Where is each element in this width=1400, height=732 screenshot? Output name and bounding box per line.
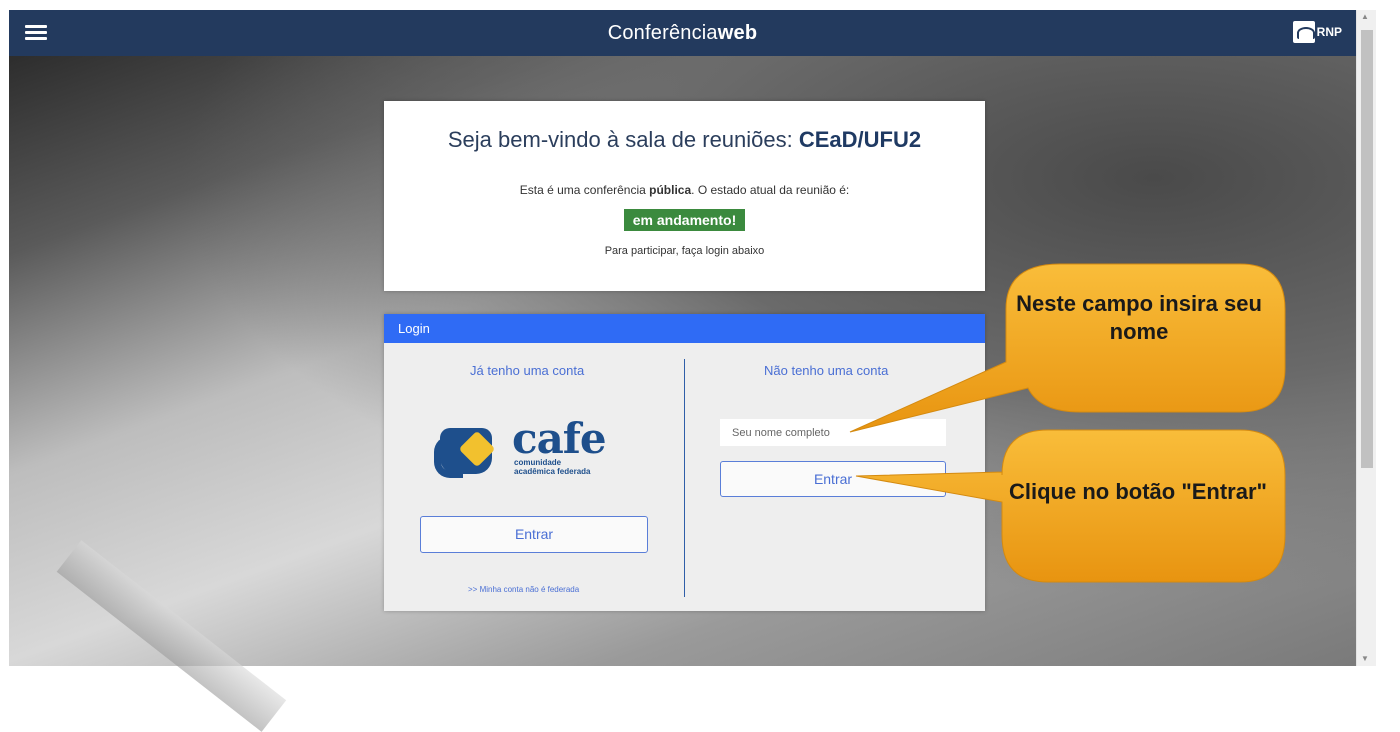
cafe-subtitle-line1: comunidade (514, 458, 562, 467)
top-navigation-bar: Conferênciaweb RNP (9, 10, 1356, 56)
welcome-title: Seja bem-vindo à sala de reuniões: CEaD/… (384, 127, 985, 153)
button-callout-text: Clique no botão "Entrar" (1009, 479, 1267, 504)
name-callout-text: Neste campo insira seu nome (1016, 291, 1262, 344)
rnp-logo[interactable]: RNP (1292, 21, 1342, 43)
status-prefix: Esta é uma conferência (519, 183, 650, 197)
welcome-title-prefix: Seja bem-vindo à sala de reuniões: (447, 127, 799, 152)
guest-login-button[interactable]: Entrar (720, 461, 946, 497)
federated-login-button[interactable]: Entrar (420, 516, 648, 553)
status-public: pública (649, 183, 692, 197)
rnp-label: RNP (1316, 25, 1342, 39)
scroll-up-arrow-icon[interactable]: ▲ (1361, 12, 1369, 21)
column-divider (684, 359, 685, 597)
cafe-subtitle: comunidade acadêmica federada (514, 458, 591, 476)
non-federated-link[interactable]: >> Minha conta não é federada (468, 585, 579, 594)
window-edge (0, 0, 9, 666)
pencil-decoration (56, 540, 287, 732)
conference-status-line: Esta é uma conferência pública. O estado… (384, 183, 985, 197)
cafe-subtitle-line2: acadêmica federada (514, 467, 591, 476)
no-account-title: Não tenho uma conta (764, 363, 889, 378)
scroll-down-arrow-icon[interactable]: ▼ (1361, 654, 1369, 663)
brand-bold-text: web (717, 22, 758, 44)
status-suffix: . O estado atual da reunião é: (691, 183, 850, 197)
has-account-title: Já tenho uma conta (470, 363, 585, 378)
rnp-logo-icon (1292, 21, 1315, 43)
scrollbar-thumb[interactable] (1361, 30, 1373, 468)
cafe-wordmark: cafe (512, 414, 607, 463)
status-badge: em andamento! (623, 209, 746, 231)
brand-light-text: Conferência (607, 22, 718, 44)
room-name: CEaD/UFU2 (798, 127, 922, 152)
full-name-input[interactable] (720, 419, 946, 446)
cafe-logo[interactable]: cafe comunidade acadêmica federada (434, 414, 614, 480)
welcome-panel: Seja bem-vindo à sala de reuniões: CEaD/… (384, 101, 985, 291)
login-panel: Login Já tenho uma conta cafe comunidade… (384, 314, 985, 611)
brand-title: Conferênciaweb (9, 22, 1356, 45)
login-instruction: Para participar, faça login abaixo (604, 245, 765, 257)
login-header: Login (384, 314, 985, 343)
